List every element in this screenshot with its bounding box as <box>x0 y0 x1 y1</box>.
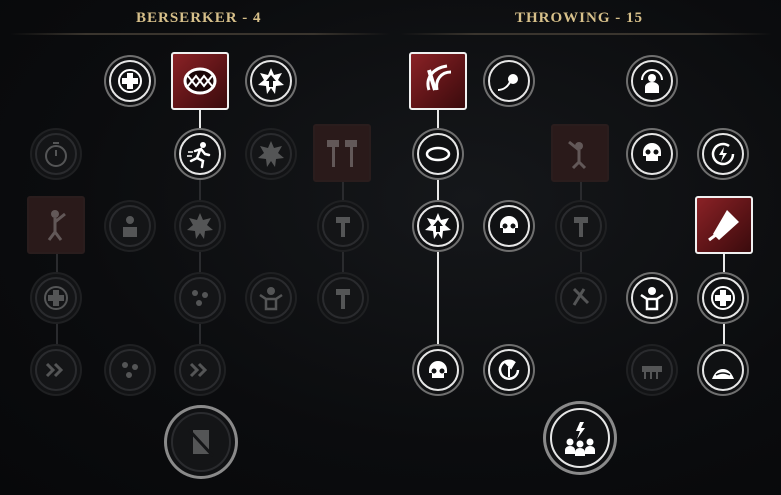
connector-line <box>56 252 58 276</box>
spinning-blade-icon <box>426 64 452 91</box>
stampede-icon <box>642 366 662 379</box>
stopwatch-icon <box>45 142 67 167</box>
berserker-capstone-node-dim[interactable] <box>171 412 231 472</box>
connector-line <box>342 182 344 204</box>
axe-thrower-icon <box>47 210 66 241</box>
thrower-figure-icon <box>568 140 587 170</box>
twin-hammers-skill[interactable] <box>313 124 371 182</box>
running-figure-node[interactable] <box>179 133 221 175</box>
skull-timer-node[interactable] <box>417 349 459 391</box>
scatter-dots-icon <box>192 290 208 306</box>
scatter-node-dim-2[interactable] <box>109 349 151 391</box>
aura-figure-icon <box>641 69 663 93</box>
axe-return-node[interactable] <box>488 349 530 391</box>
connector-line <box>199 110 201 132</box>
aura-figure-node[interactable] <box>631 60 673 102</box>
spiky-burst-node-dim[interactable] <box>179 205 221 247</box>
connector-line <box>199 176 201 204</box>
flexing-figure-icon <box>259 287 283 311</box>
medic-cross-node-dim[interactable] <box>35 277 77 319</box>
skull-hourglass-icon <box>500 216 518 233</box>
hammer-figure-icon <box>336 217 350 237</box>
broken-axe-node-dim[interactable] <box>560 277 602 319</box>
burst-arrow-up-icon <box>258 68 284 94</box>
medic-cross-node[interactable] <box>109 60 151 102</box>
running-figure-icon <box>187 142 211 169</box>
medic-cross-icon <box>118 69 142 93</box>
berserker-tree-title: BERSERKER - 4 <box>136 10 262 26</box>
roaring-mouth-icon <box>183 67 217 95</box>
connector-line <box>723 254 725 276</box>
twin-hammers-icon <box>327 140 357 167</box>
cleaver-icon <box>708 210 739 242</box>
connector-line <box>199 318 201 348</box>
connector-line <box>437 110 439 132</box>
axe-thrower-skill[interactable] <box>27 196 85 254</box>
scatter-dots-icon <box>122 362 138 378</box>
connector-line <box>437 246 439 348</box>
burst-arrow-up-icon <box>425 213 451 239</box>
dash-arrows-node-dim[interactable] <box>35 349 77 391</box>
raised-fist-node-dim[interactable] <box>109 205 151 247</box>
stampede-node-dim[interactable] <box>631 349 673 391</box>
recharge-node[interactable] <box>702 133 744 175</box>
connector-line <box>437 176 439 204</box>
connector-line <box>580 246 582 276</box>
meteor-node[interactable] <box>488 60 530 102</box>
skull-hourglass-node[interactable] <box>488 205 530 247</box>
medic-cross-node-throwing[interactable] <box>702 277 744 319</box>
timer-node[interactable] <box>35 133 77 175</box>
spinning-throw-skill[interactable] <box>409 52 467 110</box>
shield-slash-icon <box>187 428 215 458</box>
flexing-figure-node-dim[interactable] <box>250 277 292 319</box>
roaring-mouth-skill[interactable] <box>171 52 229 110</box>
throwing-capstone-node[interactable] <box>550 408 610 468</box>
mound-node[interactable] <box>702 349 744 391</box>
connector-line <box>342 246 344 276</box>
throwing-tree-title: THROWING - 15 <box>515 10 644 26</box>
skull-badge-node[interactable] <box>631 133 673 175</box>
medic-cross-icon <box>711 286 735 310</box>
flexing-figure-node[interactable] <box>631 277 673 319</box>
broken-axe-icon <box>572 287 590 306</box>
dash-arrows-node-dim-2[interactable] <box>179 349 221 391</box>
hammer-figure-node-dim-3[interactable] <box>560 205 602 247</box>
medic-cross-icon <box>44 286 68 310</box>
header-divider-right <box>400 33 772 35</box>
hammer-figure-node-dim[interactable] <box>322 205 364 247</box>
flexing-figure-icon <box>640 287 664 311</box>
axe-return-icon <box>498 359 520 380</box>
dash-arrows-icon <box>45 362 64 378</box>
header-divider-left <box>10 33 390 35</box>
meteor-icon <box>497 74 518 91</box>
cleaver-throw-skill[interactable] <box>695 196 753 254</box>
circular-lightning-icon <box>711 142 735 166</box>
connector-line <box>723 318 725 348</box>
lightning-group-icon <box>565 422 595 456</box>
connector-line <box>199 246 201 276</box>
hammer-figure-icon <box>336 289 350 309</box>
rock-pile-icon <box>712 369 734 379</box>
thrower-skill-dim[interactable] <box>551 124 609 182</box>
hammer-figure-icon <box>574 217 588 237</box>
raised-fist-icon <box>123 216 137 237</box>
chakram-node[interactable] <box>417 133 459 175</box>
burst-node-dim[interactable] <box>250 133 292 175</box>
chakram-ring-icon <box>425 146 451 162</box>
power-up-node[interactable] <box>250 60 292 102</box>
spiky-burst-icon <box>187 213 213 239</box>
skull-badge-icon <box>643 143 661 161</box>
connector-line <box>580 182 582 204</box>
power-up-node-throwing[interactable] <box>417 205 459 247</box>
connector-line <box>56 318 58 348</box>
hammer-figure-node-dim-2[interactable] <box>322 277 364 319</box>
burst-icon <box>258 141 284 167</box>
scatter-node-dim[interactable] <box>179 277 221 319</box>
dash-arrows-icon <box>189 362 208 378</box>
skull-timer-icon <box>429 361 447 378</box>
